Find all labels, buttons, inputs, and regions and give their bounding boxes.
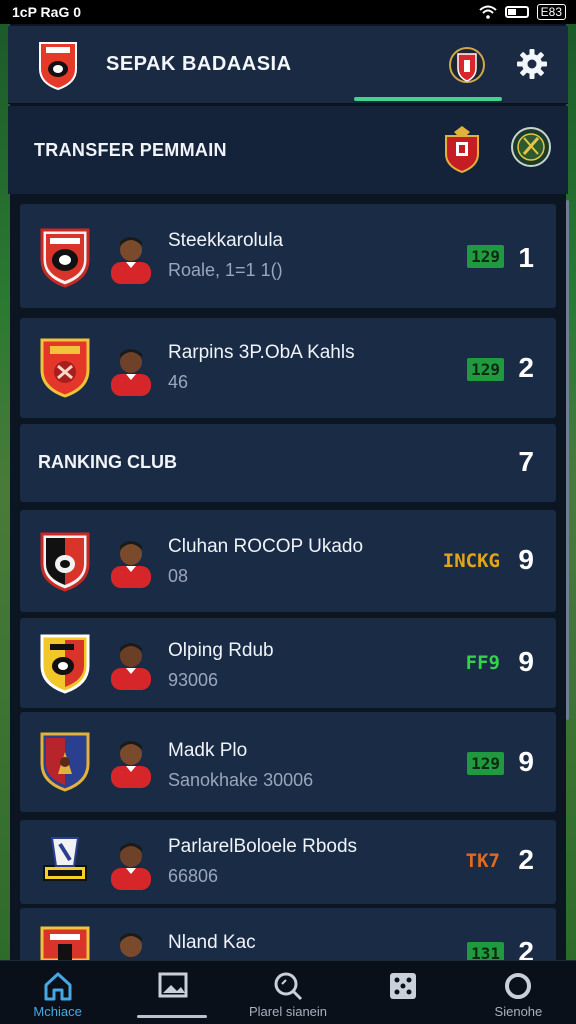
club-crest-icon[interactable] [440, 124, 484, 174]
club-tag: INCKG [442, 550, 500, 572]
battery-icon [504, 6, 529, 18]
transfer-row[interactable]: Steekkarolula Roale, 1=1 1() 129 1 [20, 204, 556, 308]
rank-number: 9 [518, 746, 534, 777]
club-crest-icon [40, 338, 90, 398]
nav-search-label: Plarel sianein [248, 1004, 328, 1019]
ranking-section-header: RANKING CLUB 7 [20, 424, 556, 502]
nav-search[interactable]: Plarel sianein [230, 961, 345, 1024]
active-tab-indicator [354, 97, 502, 101]
club-crest-icon [40, 228, 90, 288]
club-name: Cluhan ROCOP Ukado [168, 536, 364, 557]
club-tag: TK7 [465, 850, 500, 872]
ranking-row[interactable]: Olping Rdub 93006 FF9 9 [20, 618, 556, 708]
list-scrollbar[interactable] [566, 200, 569, 720]
player-detail: Roale, 1=1 1() [168, 260, 283, 280]
ranking-row[interactable]: Cluhan ROCOP Ukado 08 INCKG 9 [20, 510, 556, 612]
transfer-section-header: TRANSFER PEMMAIN [8, 106, 568, 194]
club-tag: FF9 [465, 652, 500, 674]
ranking-row[interactable]: ParlarelBoloele Rbods 66806 TK7 2 [20, 820, 556, 904]
search-icon [274, 972, 303, 1001]
circle-icon [505, 973, 532, 999]
player-avatar [111, 643, 151, 690]
ranking-section-title: RANKING CLUB [38, 452, 177, 472]
player-avatar [111, 237, 151, 284]
nav-home-label: Mchiace [33, 1004, 82, 1019]
rank-number: 2 [518, 844, 534, 875]
ranking-row[interactable]: Nland Kac 131 2 [20, 908, 556, 967]
nav-home[interactable]: Mchiace [0, 961, 115, 1024]
nav-gallery[interactable] [115, 961, 230, 1024]
transfer-section-title: TRANSFER PEMMAIN [34, 139, 227, 160]
transfer-row[interactable]: Rarpins 3P.ObA Kahls 46 129 2 [20, 318, 556, 418]
club-detail: 93006 [168, 670, 219, 690]
app-title: SEPAK BADAASIA [106, 53, 292, 75]
club-name: Olping Rdub [168, 640, 274, 661]
home-icon [44, 972, 72, 1001]
club-crest-icon [40, 532, 90, 592]
wifi-icon [478, 5, 497, 19]
rank-number: 9 [518, 544, 534, 575]
app-logo-icon[interactable] [36, 39, 80, 91]
rank-number: 9 [518, 646, 534, 677]
ranking-row[interactable]: Madk Plo Sanokhake 30006 129 9 [20, 712, 556, 812]
club-name: ParlarelBoloele Rbods [168, 836, 358, 857]
nav-selection-underline [137, 1015, 208, 1018]
club-detail: 66806 [168, 866, 219, 886]
player-name: Steekkarolula [168, 230, 284, 251]
app-header: SEPAK BADAASIA [8, 26, 568, 104]
club-name: Madk Plo [168, 740, 248, 761]
rank-number: 1 [518, 242, 534, 273]
club-name: Nland Kac [168, 932, 256, 953]
bottom-navigation: Mchiace Plarel sianein Sienohe [0, 960, 576, 1024]
gear-icon[interactable] [516, 48, 548, 80]
club-crest-icon[interactable] [510, 124, 552, 170]
club-crest-icon[interactable] [448, 44, 486, 86]
player-avatar [111, 541, 151, 588]
club-crest-icon [40, 732, 90, 792]
rating-badge: 129 [467, 358, 504, 381]
ranking-count: 7 [518, 446, 534, 477]
club-crest-icon [40, 634, 90, 694]
nav-settings-label: Sienohe [494, 1004, 543, 1019]
club-crest-icon [40, 926, 90, 960]
player-avatar [111, 741, 151, 788]
club-crest-icon [43, 837, 87, 881]
nav-match[interactable] [346, 961, 461, 1024]
player-name: Rarpins 3P.ObA Kahls [168, 342, 355, 363]
player-avatar [111, 843, 151, 890]
player-avatar [111, 349, 151, 396]
player-avatar [120, 933, 142, 957]
rank-number: 2 [518, 352, 534, 383]
status-left-text: 1cP RaG 0 [12, 4, 82, 20]
rating-badge: 129 [467, 245, 504, 268]
club-detail: 08 [168, 566, 189, 586]
club-detail: Sanokhake 30006 [168, 770, 314, 790]
battery-label: E83 [536, 4, 566, 20]
dice-icon [390, 973, 417, 999]
status-bar: 1cP RaG 0 E83 [0, 0, 576, 24]
image-icon [158, 972, 188, 998]
player-detail: 46 [168, 372, 189, 392]
status-icons: E83 [478, 4, 566, 20]
nav-settings[interactable]: Sienohe [461, 961, 576, 1024]
club-tag: 129 [467, 752, 504, 775]
